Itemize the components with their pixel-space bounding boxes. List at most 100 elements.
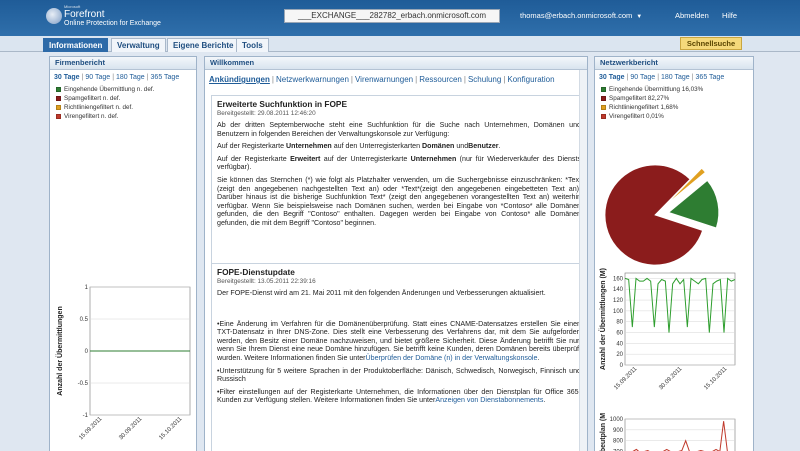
legend-swatch [56, 96, 61, 101]
network-report-panel: Netzwerkbericht 30 Tage | 90 Tage | 180 Tage… [594, 56, 754, 451]
y-tick-label: 0.5 [80, 317, 89, 323]
plot-area [624, 418, 736, 451]
chart-legend: Eingehende Übermittlung 16,03% Spamgefil… [595, 81, 753, 121]
network-pie-chart [605, 164, 720, 266]
welcome-subnav: Ankündigungen | Netzwerkwarnungen | Virenwar… [209, 75, 555, 84]
forefront-logo-icon [46, 8, 62, 24]
legend-item: Richtliniengefiltert n. def. [56, 103, 196, 112]
forefront-logo[interactable]: Microsoft Forefront Online Protection fo… [42, 3, 172, 33]
legend-item: Eingehende Übermittlung n. def. [56, 85, 196, 94]
y-tick-label: 1000 [610, 417, 624, 423]
news-paragraph: Sie können das Sternchen (*) wie folgt a… [217, 175, 581, 227]
news-link[interactable]: Anzeigen von Dienstabonnements [435, 396, 543, 404]
news-title: Erweiterte Suchfunktion in FOPE [217, 99, 347, 109]
legend-item: Richtliniengefiltert 1,68% [601, 103, 753, 112]
legend-label: Spamgefiltert 82,27% [609, 95, 670, 102]
vertical-scrollbar[interactable] [579, 70, 587, 451]
tab-informationen[interactable]: Informationen [43, 38, 109, 52]
logo-subtitle: Online Protection for Exchange [64, 20, 161, 27]
legend-label: Virengefiltert n. def. [64, 113, 119, 120]
y-tick-label: 60 [616, 331, 623, 337]
y-tick-label: 0 [85, 349, 89, 355]
y-axis-label: Anzahl der Übermittlungen [55, 306, 64, 395]
y-tick-label: 20 [616, 352, 623, 358]
panel-title: Firmenbericht [50, 57, 196, 70]
legend-label: Virengefiltert 0,01% [609, 113, 664, 120]
chevron-down-icon: ▼ [636, 14, 643, 20]
y-tick-label: 120 [613, 298, 624, 304]
news-paragraph: Der FOPE-Dienst wird am 21. Mai 2011 mit… [217, 289, 546, 297]
legend-label: Spamgefiltert n. def. [64, 95, 121, 102]
tab-tools[interactable]: Tools [236, 38, 269, 52]
legend-label: Eingehende Übermittlung 16,03% [609, 86, 704, 93]
y-tick-label: 140 [613, 287, 624, 293]
range-90[interactable]: 90 Tage [85, 74, 110, 81]
y-tick-label: 80 [616, 320, 623, 326]
company-line-chart: 1 0.5 0 -0.5 -1 Anzahl der Übermittlungen 15.0… [55, 285, 191, 442]
news-paragraph: Auf der Registerkarte Erweitert auf der … [217, 154, 581, 172]
y-tick-label: -1 [83, 413, 89, 419]
company-report-panel: Firmenbericht 30 Tage | 90 Tage | 180 Tage | 3… [49, 56, 197, 451]
help-link[interactable]: Hilfe [722, 11, 737, 20]
tenant-name: ___EXCHANGE___282782_erbach.onmicrosoft.… [284, 9, 500, 23]
x-tick-label: 15.09.2011 [613, 366, 639, 392]
subnav-netzwerkwarnungen[interactable]: Netzwerkwarnungen [276, 75, 349, 84]
news-date: Bereitgestellt: 13.05.2011 22:39:16 [217, 278, 316, 285]
legend-item: Eingehende Übermittlung 16,03% [601, 85, 753, 94]
y-tick-label: 40 [616, 341, 623, 347]
quick-search-button[interactable]: Schnellsuche [680, 37, 742, 50]
tab-verwaltung[interactable]: Verwaltung [111, 38, 166, 52]
range-selector: 30 Tage | 90 Tage | 180 Tage | 365 Tage [599, 74, 725, 81]
legend-item: Spamgefiltert n. def. [56, 94, 196, 103]
x-tick-label: 15.09.2011 [78, 416, 104, 442]
range-selector: 30 Tage | 90 Tage | 180 Tage | 365 Tage [54, 74, 180, 81]
legend-swatch [56, 105, 61, 110]
x-tick-label: 30.09.2011 [658, 366, 684, 392]
y-tick-label: 800 [613, 439, 624, 445]
range-365[interactable]: 365 Tage [696, 74, 725, 81]
subnav-virenwarnungen[interactable]: Virenwarnungen [355, 75, 413, 84]
x-tick-label: 30.09.2011 [118, 416, 144, 442]
news-paragraph: •Filter einstellungen auf der Registerka… [217, 387, 581, 405]
y-tick-label: 900 [613, 428, 624, 434]
y-axis-label: Anzahl der Übermittlungen (M) [598, 268, 607, 370]
y-tick-label: -0.5 [78, 381, 89, 387]
news-date: Bereitgestellt: 29.08.2011 12:46:20 [217, 110, 316, 117]
legend-swatch [56, 87, 61, 92]
x-tick-label: 15.10.2011 [703, 366, 729, 392]
news-paragraph: Ab der dritten Septemberwoche steht eine… [217, 121, 581, 138]
legend-item: Virengefiltert 0,01% [601, 112, 753, 121]
subnav-ressourcen[interactable]: Ressourcen [419, 75, 462, 84]
subnav-konfiguration[interactable]: Konfiguration [507, 75, 554, 84]
chart-legend: Eingehende Übermittlung n. def. Spamgefi… [50, 81, 196, 121]
range-365[interactable]: 365 Tage [151, 74, 180, 81]
user-email: thomas@erbach.onmicrosoft.com [520, 11, 633, 20]
subnav-schulung[interactable]: Schulung [468, 75, 501, 84]
news-paragraph: •Eine Änderung im Verfahren für die Domä… [217, 319, 581, 362]
legend-item: Spamgefiltert 82,27% [601, 94, 753, 103]
logo-product: Forefront [64, 9, 105, 20]
y-tick-label: 0 [620, 363, 624, 369]
welcome-panel: Willkommen Ankündigungen | Netzwerkwarnung… [204, 56, 588, 451]
y-tick-label: 1 [85, 285, 89, 291]
range-180[interactable]: 180 Tage [661, 74, 690, 81]
range-30[interactable]: 30 Tage [599, 74, 625, 81]
tab-eigene-berichte[interactable]: Eigene Berichte [167, 38, 240, 52]
legend-swatch [601, 96, 606, 101]
range-90[interactable]: 90 Tage [630, 74, 655, 81]
legend-swatch [601, 114, 606, 119]
news-paragraph: Auf der Registerkarte Unternehmen auf de… [217, 142, 501, 151]
user-menu[interactable]: thomas@erbach.onmicrosoft.com ▼ [520, 11, 642, 20]
range-180[interactable]: 180 Tage [116, 74, 145, 81]
news-link[interactable]: Überprüfen der Domäne (n) in der Verwalt… [366, 354, 538, 362]
y-axis-label: Ausbeutplan (M) [600, 413, 607, 451]
network-line-chart: 160 140 120 100 80 60 40 20 0 Anzahl der Übermitt… [598, 268, 736, 392]
logout-link[interactable]: Abmelden [675, 11, 709, 20]
y-tick-label: 100 [613, 309, 624, 315]
y-tick-label: 160 [613, 276, 624, 282]
panel-title: Willkommen [205, 57, 587, 70]
range-30[interactable]: 30 Tage [54, 74, 80, 81]
legend-swatch [601, 87, 606, 92]
news-title: FOPE-Dienstupdate [217, 267, 295, 277]
subnav-ankuendigungen[interactable]: Ankündigungen [209, 75, 270, 84]
